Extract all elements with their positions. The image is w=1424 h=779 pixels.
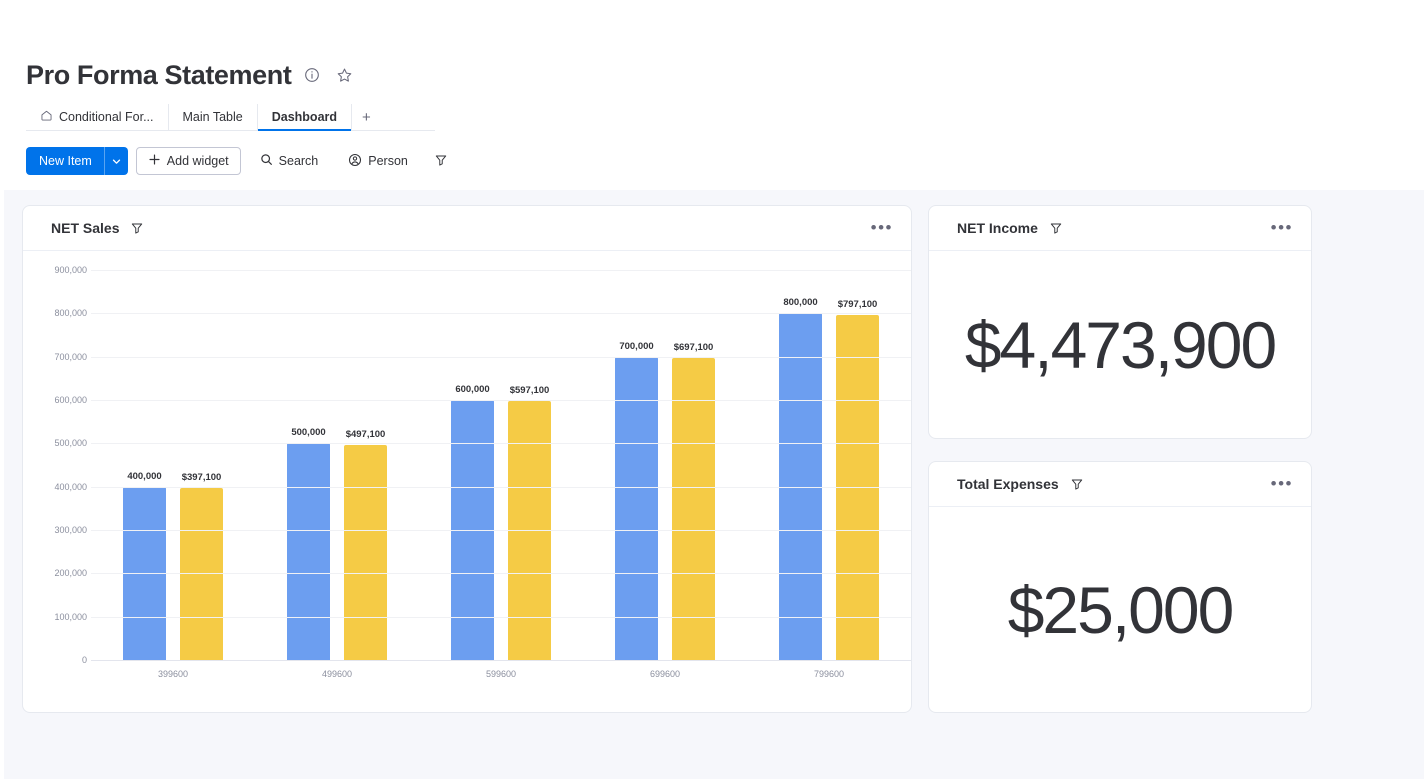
y-axis-tick: 200,000 bbox=[54, 568, 87, 579]
grid-line bbox=[91, 443, 911, 445]
x-axis-tick: 499600 bbox=[321, 669, 353, 679]
y-axis-tick: 700,000 bbox=[54, 351, 87, 362]
more-options-icon[interactable]: ••• bbox=[1271, 219, 1293, 236]
y-axis-tick: 600,000 bbox=[54, 395, 87, 405]
tab-label: Conditional For... bbox=[59, 110, 154, 124]
add-widget-button[interactable]: Add widget bbox=[135, 147, 241, 175]
grid-line bbox=[91, 400, 911, 401]
total-expenses-value: $25,000 bbox=[1007, 573, 1235, 647]
widget-total-expenses: Total Expenses ••• $25,000 bbox=[928, 461, 1312, 713]
page-title: Pro Forma Statement bbox=[26, 60, 292, 90]
grid-line bbox=[91, 573, 911, 575]
widget-net-income: NET Income ••• $4,473,900 bbox=[928, 205, 1312, 439]
y-axis-tick: 300,000 bbox=[54, 525, 87, 535]
bar-value-label: $597,100 bbox=[509, 385, 550, 397]
info-icon[interactable] bbox=[301, 64, 323, 86]
widget-header: Total Expenses ••• bbox=[929, 462, 1311, 507]
bar-group: 700,000 $697,100 699600 bbox=[583, 270, 747, 679]
x-axis-tick: 599600 bbox=[485, 669, 517, 679]
bar-group: 800,000 $797,100 799600 bbox=[747, 270, 911, 679]
tab-main-table[interactable]: Main Table bbox=[169, 104, 258, 130]
filter-icon[interactable] bbox=[130, 221, 144, 235]
widget-net-sales: NET Sales ••• 400,000 $397,100 399600 500,0… bbox=[22, 205, 912, 713]
plus-icon bbox=[148, 153, 161, 169]
grid-line bbox=[91, 486, 911, 488]
chevron-down-icon[interactable] bbox=[103, 147, 128, 175]
widget-header: NET Sales ••• bbox=[23, 206, 911, 251]
number-display: $25,000 bbox=[929, 507, 1311, 712]
grid-line bbox=[91, 313, 911, 315]
bar-value-label: $497,100 bbox=[345, 428, 386, 440]
tab-label: Dashboard bbox=[271, 110, 338, 124]
grid-line bbox=[91, 356, 911, 358]
person-icon bbox=[348, 153, 362, 170]
y-axis-tick: 0 bbox=[81, 655, 87, 665]
new-item-button[interactable]: New Item bbox=[26, 147, 128, 175]
grid-line bbox=[91, 530, 911, 531]
filter-icon bbox=[434, 153, 448, 170]
person-filter-button[interactable]: Person bbox=[337, 147, 419, 175]
search-button[interactable]: Search bbox=[248, 147, 330, 175]
bar-value-label: $797,100 bbox=[837, 298, 878, 310]
bar-value-label: $397,100 bbox=[181, 471, 222, 483]
y-axis-tick: 400,000 bbox=[54, 481, 87, 492]
grid-line bbox=[91, 616, 911, 618]
tab-dashboard[interactable]: Dashboard bbox=[257, 104, 353, 131]
widget-title: NET Sales bbox=[51, 220, 120, 236]
dashboard-toolbar: New Item Add widget Search Person bbox=[26, 147, 1424, 175]
star-icon[interactable] bbox=[333, 64, 355, 86]
grid-line bbox=[91, 270, 911, 271]
bar-group: 600,000 $597,100 599600 bbox=[419, 270, 583, 679]
search-label: Search bbox=[278, 154, 319, 168]
bar-groups: 400,000 $397,100 399600 500,000 $497,100 4996… bbox=[91, 270, 911, 679]
bar-group: 400,000 $397,100 399600 bbox=[91, 270, 255, 679]
tab-label: Main Table bbox=[182, 110, 243, 124]
y-axis-tick: 500,000 bbox=[54, 438, 87, 449]
add-widget-label: Add widget bbox=[166, 154, 229, 168]
bar-value-label: $697,100 bbox=[673, 341, 714, 353]
bar-value-label: 400,000 bbox=[127, 470, 162, 482]
x-axis-tick: 799600 bbox=[813, 669, 845, 679]
y-axis-tick: 800,000 bbox=[54, 308, 87, 319]
bar-group: 500,000 $497,100 499600 bbox=[255, 270, 419, 679]
home-icon bbox=[40, 109, 53, 125]
bar[interactable]: $497,100 bbox=[344, 429, 387, 660]
widget-title: Total Expenses bbox=[957, 476, 1059, 492]
bar-chart: 400,000 $397,100 399600 500,000 $497,100 4996… bbox=[23, 251, 911, 712]
more-options-icon[interactable]: ••• bbox=[871, 219, 893, 236]
more-options-icon[interactable]: ••• bbox=[1271, 475, 1293, 492]
bar[interactable]: 500,000 bbox=[287, 427, 330, 660]
y-axis-tick: 900,000 bbox=[54, 265, 87, 275]
board-tabs: Conditional For... Main Table Dashboard … bbox=[26, 104, 435, 131]
bar-value-label: 500,000 bbox=[291, 427, 326, 439]
bar-value-label: 700,000 bbox=[619, 340, 654, 352]
grid-line bbox=[91, 660, 911, 661]
tab-conditional-formatting[interactable]: Conditional For... bbox=[26, 104, 169, 130]
y-axis-tick: 100,000 bbox=[54, 611, 87, 622]
number-display: $4,473,900 bbox=[929, 251, 1311, 438]
new-item-label: New Item bbox=[39, 154, 92, 168]
dashboard-canvas: NET Sales ••• 400,000 $397,100 399600 500,0… bbox=[4, 190, 1424, 779]
bar[interactable]: $697,100 bbox=[672, 342, 715, 660]
filter-icon[interactable] bbox=[1070, 477, 1084, 491]
chart-plot-area: 400,000 $397,100 399600 500,000 $497,100 4996… bbox=[54, 265, 911, 679]
bar[interactable]: 700,000 bbox=[615, 341, 658, 660]
person-label: Person bbox=[368, 154, 408, 168]
title-row: Pro Forma Statement bbox=[0, 0, 1424, 92]
widget-title: NET Income bbox=[957, 220, 1038, 236]
search-icon bbox=[260, 153, 273, 169]
net-income-value: $4,473,900 bbox=[964, 308, 1277, 382]
bar-value-label: 800,000 bbox=[783, 297, 818, 309]
filter-icon[interactable] bbox=[1049, 221, 1063, 235]
filter-button[interactable] bbox=[426, 147, 455, 175]
x-axis-tick: 699600 bbox=[649, 669, 681, 679]
add-tab-button[interactable]: + bbox=[352, 104, 381, 130]
widget-header: NET Income ••• bbox=[929, 206, 1311, 251]
bar-value-label: 600,000 bbox=[455, 384, 490, 395]
x-axis-tick: 399600 bbox=[157, 669, 189, 679]
board-header: Pro Forma Statement Conditional For... M… bbox=[0, 0, 1424, 175]
app-root: Pro Forma Statement Conditional For... M… bbox=[0, 0, 1424, 779]
